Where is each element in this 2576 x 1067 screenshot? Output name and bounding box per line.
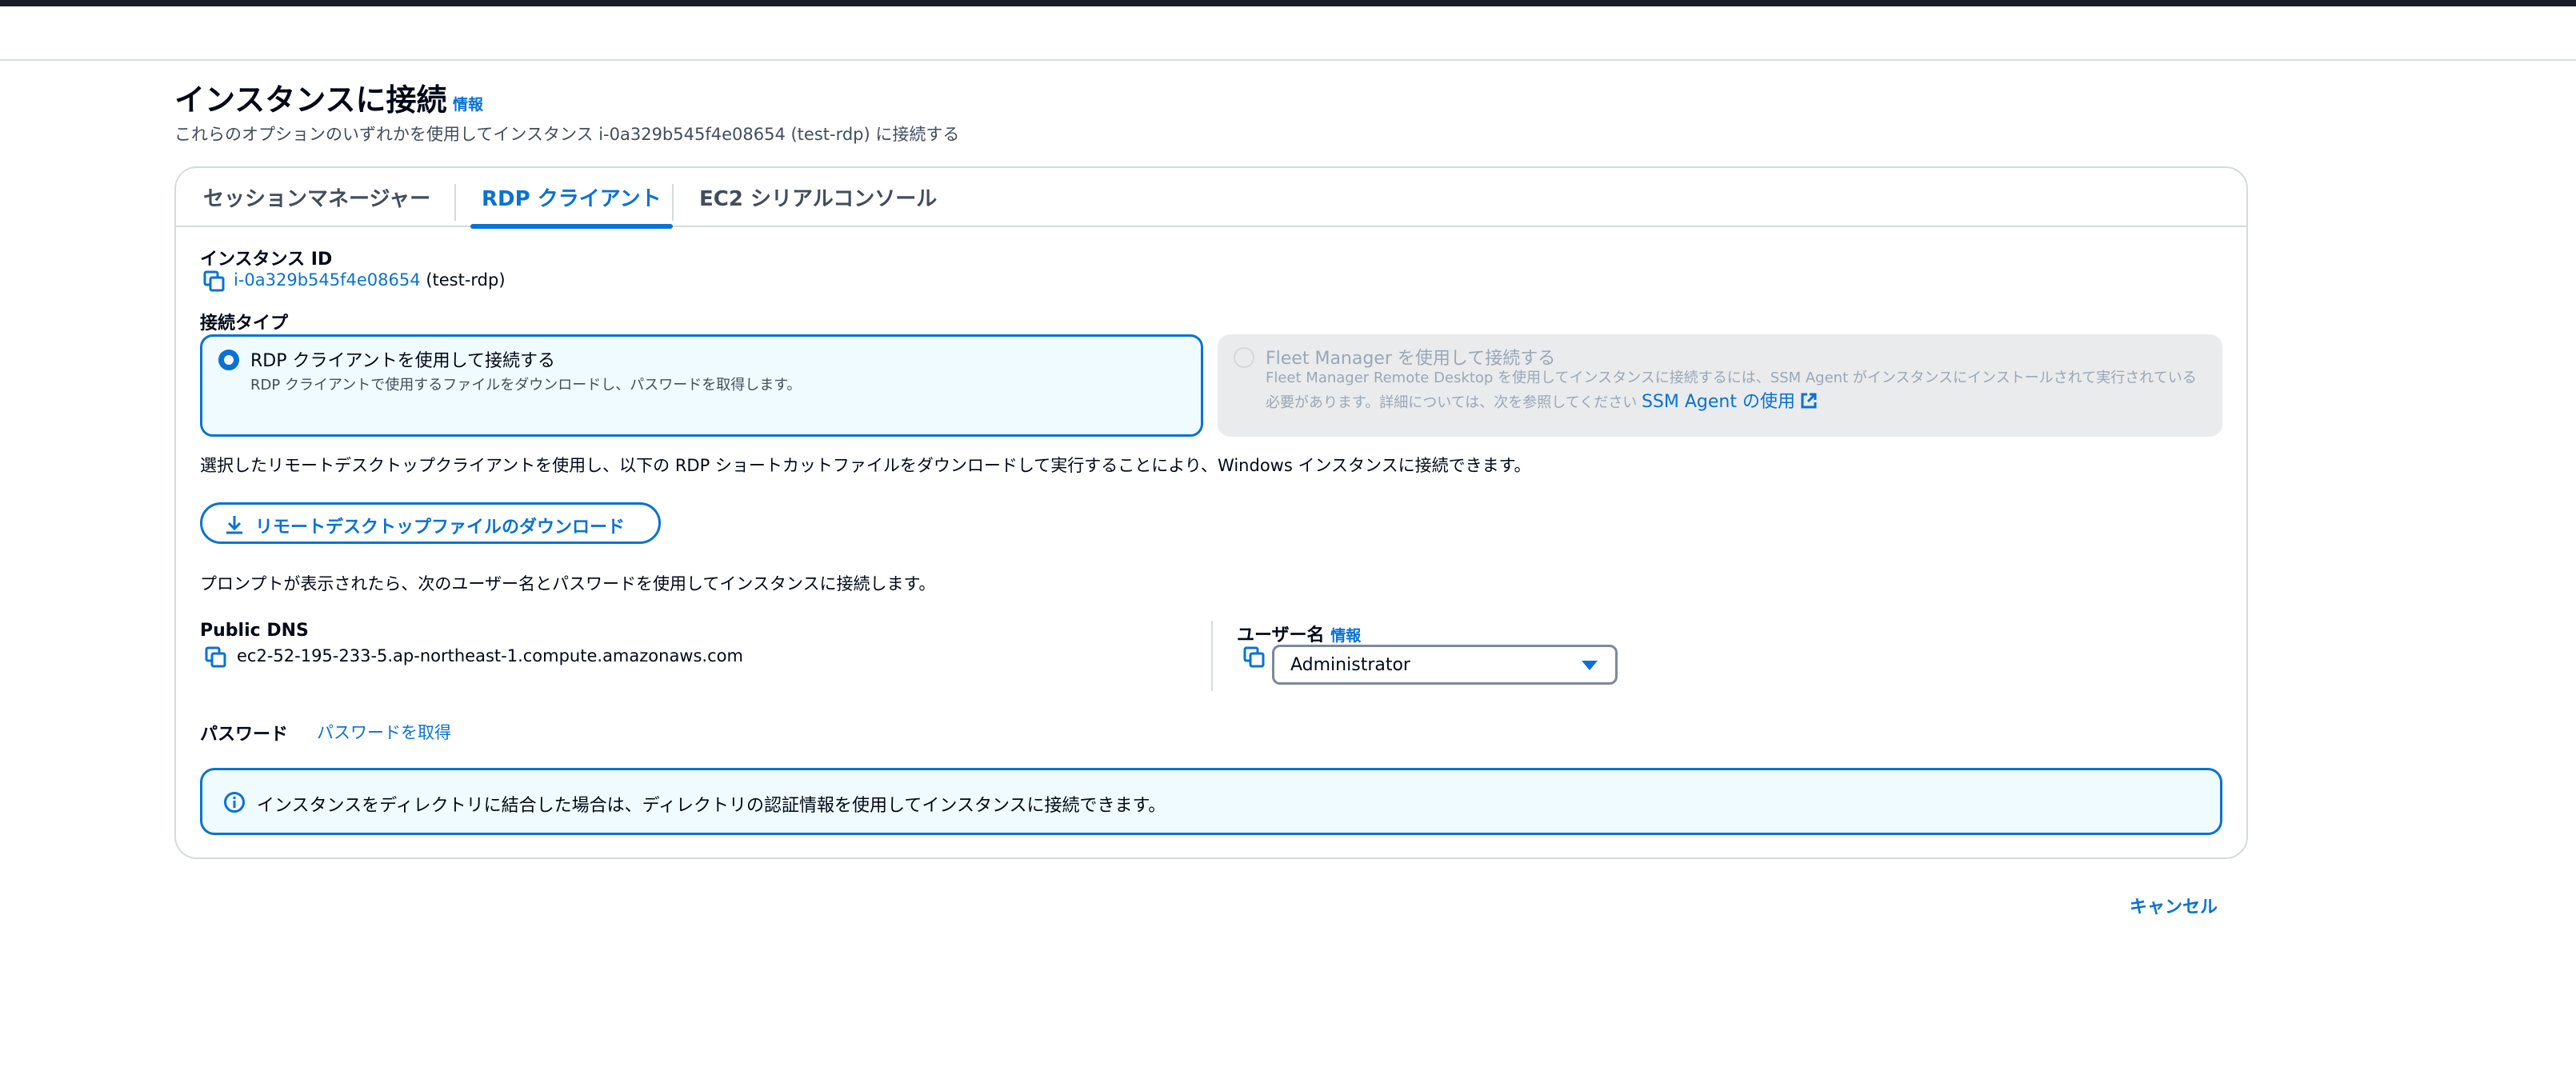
download-button-label: リモートデスクトップファイルのダウンロード: [255, 518, 626, 537]
option-description: RDP クライアントで使用するファイルをダウンロードし、パスワードを取得します。: [250, 377, 802, 394]
info-circle-icon: [224, 792, 245, 813]
username-label: ユーザー名: [1237, 625, 1325, 645]
connection-option-rdp[interactable]: RDP クライアントを使用して接続する RDP クライアントで使用するファイルを…: [200, 334, 1203, 437]
tab-separator: [672, 184, 674, 221]
download-rdp-file-button[interactable]: リモートデスクトップファイルのダウンロード: [200, 502, 661, 544]
radio-button-disabled: [1234, 347, 1254, 368]
connect-panel: セッションマネージャー RDP クライアント EC2 シリアルコンソール インス…: [174, 166, 2248, 859]
username-row: ユーザー名 情報: [1237, 621, 1361, 646]
page-description: これらのオプションのいずれかを使用してインスタンス i-0a329b545f4e…: [174, 125, 960, 144]
username-select[interactable]: Administrator: [1272, 645, 1618, 685]
caret-down-icon: [1582, 661, 1598, 670]
tab-list: セッションマネージャー RDP クライアント EC2 シリアルコンソール: [176, 168, 2246, 229]
username-select-value: Administrator: [1290, 655, 1410, 675]
copy-icon[interactable]: [205, 646, 227, 669]
prompt-text: プロンプトが表示されたら、次のユーザー名とパスワードを使用してインスタンスに接続…: [200, 574, 936, 593]
tab-session-manager[interactable]: セッションマネージャー: [203, 182, 430, 227]
public-dns-value: ec2-52-195-233-5.ap-northeast-1.compute.…: [237, 646, 743, 665]
instance-id-link[interactable]: i-0a329b545f4e08654: [234, 270, 421, 290]
copy-icon[interactable]: [203, 270, 226, 293]
tab-rdp-client[interactable]: RDP クライアント: [470, 182, 673, 229]
alert-text: インスタンスをディレクトリに結合した場合は、ディレクトリの認証情報を使用してイン…: [257, 796, 1166, 816]
instance-id-row: i-0a329b545f4e08654 (test-rdp): [234, 270, 506, 290]
radio-button-selected[interactable]: [218, 350, 239, 370]
tab-ec2-serial-console[interactable]: EC2 シリアルコンソール: [699, 182, 937, 227]
top-navigation-bar: [0, 0, 2576, 6]
instance-id-label: インスタンス ID: [200, 250, 333, 270]
page-title: インスタンスに接続: [174, 82, 447, 118]
copy-icon[interactable]: [1243, 646, 1266, 669]
get-password-link[interactable]: パスワードを取得: [317, 720, 451, 744]
title-info-link[interactable]: 情報: [453, 93, 483, 114]
column-divider: [1211, 621, 1213, 691]
option-description: Fleet Manager Remote Desktop を使用してインスタンス…: [1266, 366, 2210, 415]
password-label: パスワード: [200, 725, 289, 745]
download-icon: [226, 516, 242, 534]
option-title: RDP クライアントを使用して接続する: [250, 351, 555, 371]
connection-option-fleet-manager: Fleet Manager を使用して接続する Fleet Manager Re…: [1218, 334, 2222, 437]
tab-separator: [454, 184, 456, 221]
public-dns-label: Public DNS: [200, 621, 309, 641]
external-link-icon: [1801, 393, 1817, 409]
cancel-button[interactable]: キャンセル: [2130, 893, 2218, 918]
username-info-link[interactable]: 情報: [1330, 627, 1361, 645]
ssm-agent-link[interactable]: SSM Agent の使用: [1642, 392, 1795, 412]
connection-type-label: 接続タイプ: [200, 314, 289, 334]
info-alert: インスタンスをディレクトリに結合した場合は、ディレクトリの認証情報を使用してイン…: [200, 768, 2222, 835]
header-divider: [0, 59, 2576, 61]
instance-name: (test-rdp): [426, 270, 506, 290]
rdp-instructions: 選択したリモートデスクトップクライアントを使用し、以下の RDP ショートカット…: [200, 456, 1531, 475]
